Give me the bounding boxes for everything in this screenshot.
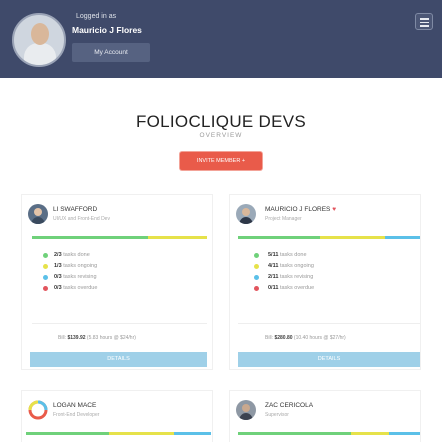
ongoing-dot bbox=[43, 264, 48, 269]
task-progress-bar bbox=[238, 236, 420, 239]
done-dot bbox=[43, 253, 48, 258]
member-name: LOGAN MACE bbox=[53, 402, 97, 409]
details-button[interactable]: DETAILS bbox=[238, 352, 420, 367]
member-name: LI SWAFFORD bbox=[53, 206, 98, 213]
revising-dot bbox=[43, 275, 48, 280]
task-progress-bar bbox=[26, 432, 211, 435]
invite-member-button[interactable]: INVITE MEMBER + bbox=[180, 152, 262, 170]
task-line-overdue: 0/11 tasks overdue bbox=[268, 285, 315, 291]
progress-segment-done bbox=[238, 236, 320, 239]
task-line-overdue: 0/3 tasks overdue bbox=[54, 285, 98, 291]
task-line-done: 2/3 tasks done bbox=[54, 252, 90, 258]
my-account-button[interactable]: My Account bbox=[72, 43, 150, 62]
progress-segment-revising bbox=[385, 236, 420, 239]
member-card: LOGAN MACE Front-End Developer bbox=[21, 390, 213, 442]
user-avatar[interactable] bbox=[12, 13, 66, 67]
member-card: ZAC CERICOLA Supervisor bbox=[229, 390, 421, 442]
task-line-ongoing: 4/11 tasks ongoing bbox=[268, 263, 314, 269]
member-card: LI SWAFFORD UI/UX and Front-End Dev 2/3 … bbox=[21, 194, 213, 370]
task-line-done: 5/11 tasks done bbox=[268, 252, 307, 258]
hamburger-menu-icon[interactable] bbox=[415, 13, 433, 30]
progress-segment-ongoing bbox=[147, 236, 207, 239]
page-title: FOLIOCLIQUE DEVS bbox=[135, 112, 307, 131]
progress-segment-ongoing bbox=[109, 432, 174, 435]
top-header: Logged in as Mauricio J Flores My Accoun… bbox=[0, 0, 442, 78]
member-name: MAURICIO J FLORES ♥ bbox=[265, 206, 337, 213]
progress-segment-ongoing bbox=[350, 432, 390, 435]
overdue-dot bbox=[254, 286, 259, 291]
logo-icon bbox=[28, 400, 48, 420]
details-button[interactable]: DETAILS bbox=[30, 352, 207, 367]
progress-segment-done bbox=[32, 236, 148, 239]
person-icon bbox=[239, 208, 253, 224]
revising-dot bbox=[254, 275, 259, 280]
bill-text: Bill: $139.92 (5.83 hours @ $24/hr) bbox=[58, 335, 136, 341]
menu-line bbox=[420, 18, 429, 20]
member-card: MAURICIO J FLORES ♥ Project Manager 5/11… bbox=[229, 194, 421, 370]
ongoing-dot bbox=[254, 264, 259, 269]
member-role: UI/UX and Front-End Dev bbox=[53, 216, 110, 222]
menu-line bbox=[420, 25, 429, 27]
member-name: ZAC CERICOLA bbox=[265, 402, 314, 409]
member-role: Supervisor bbox=[265, 412, 289, 418]
task-line-revising: 2/11 tasks revising bbox=[268, 274, 314, 280]
divider bbox=[32, 323, 207, 324]
user-name: Mauricio J Flores bbox=[72, 25, 142, 35]
member-avatar bbox=[28, 400, 48, 420]
bill-text: Bill: $280.80 (10.40 hours @ $27/hr) bbox=[265, 335, 346, 341]
divider bbox=[238, 323, 420, 324]
task-line-revising: 0/3 tasks revising bbox=[54, 274, 97, 280]
progress-segment-ongoing bbox=[319, 236, 386, 239]
member-avatar bbox=[236, 204, 256, 224]
member-role: Front-End Developer bbox=[53, 412, 100, 418]
avatar-head-shape bbox=[31, 23, 49, 45]
progress-segment-done bbox=[26, 432, 110, 435]
favorite-heart-icon: ♥ bbox=[332, 206, 337, 213]
overdue-dot bbox=[43, 286, 48, 291]
progress-segment-done bbox=[238, 432, 351, 435]
task-line-ongoing: 1/3 tasks ongoing bbox=[54, 263, 98, 269]
progress-segment-revising bbox=[389, 432, 420, 435]
task-progress-bar bbox=[32, 236, 207, 239]
person-icon bbox=[239, 404, 253, 420]
menu-line bbox=[420, 21, 429, 23]
member-avatar bbox=[236, 400, 256, 420]
avatar-body-shape bbox=[24, 43, 56, 65]
member-avatar bbox=[28, 204, 48, 224]
logged-in-label: Logged in as bbox=[76, 13, 117, 20]
page-subtitle: OVERVIEW bbox=[199, 132, 243, 139]
person-icon bbox=[31, 208, 45, 224]
done-dot bbox=[254, 253, 259, 258]
member-role: Project Manager bbox=[265, 216, 302, 222]
task-progress-bar bbox=[238, 432, 420, 435]
progress-segment-revising bbox=[174, 432, 211, 435]
